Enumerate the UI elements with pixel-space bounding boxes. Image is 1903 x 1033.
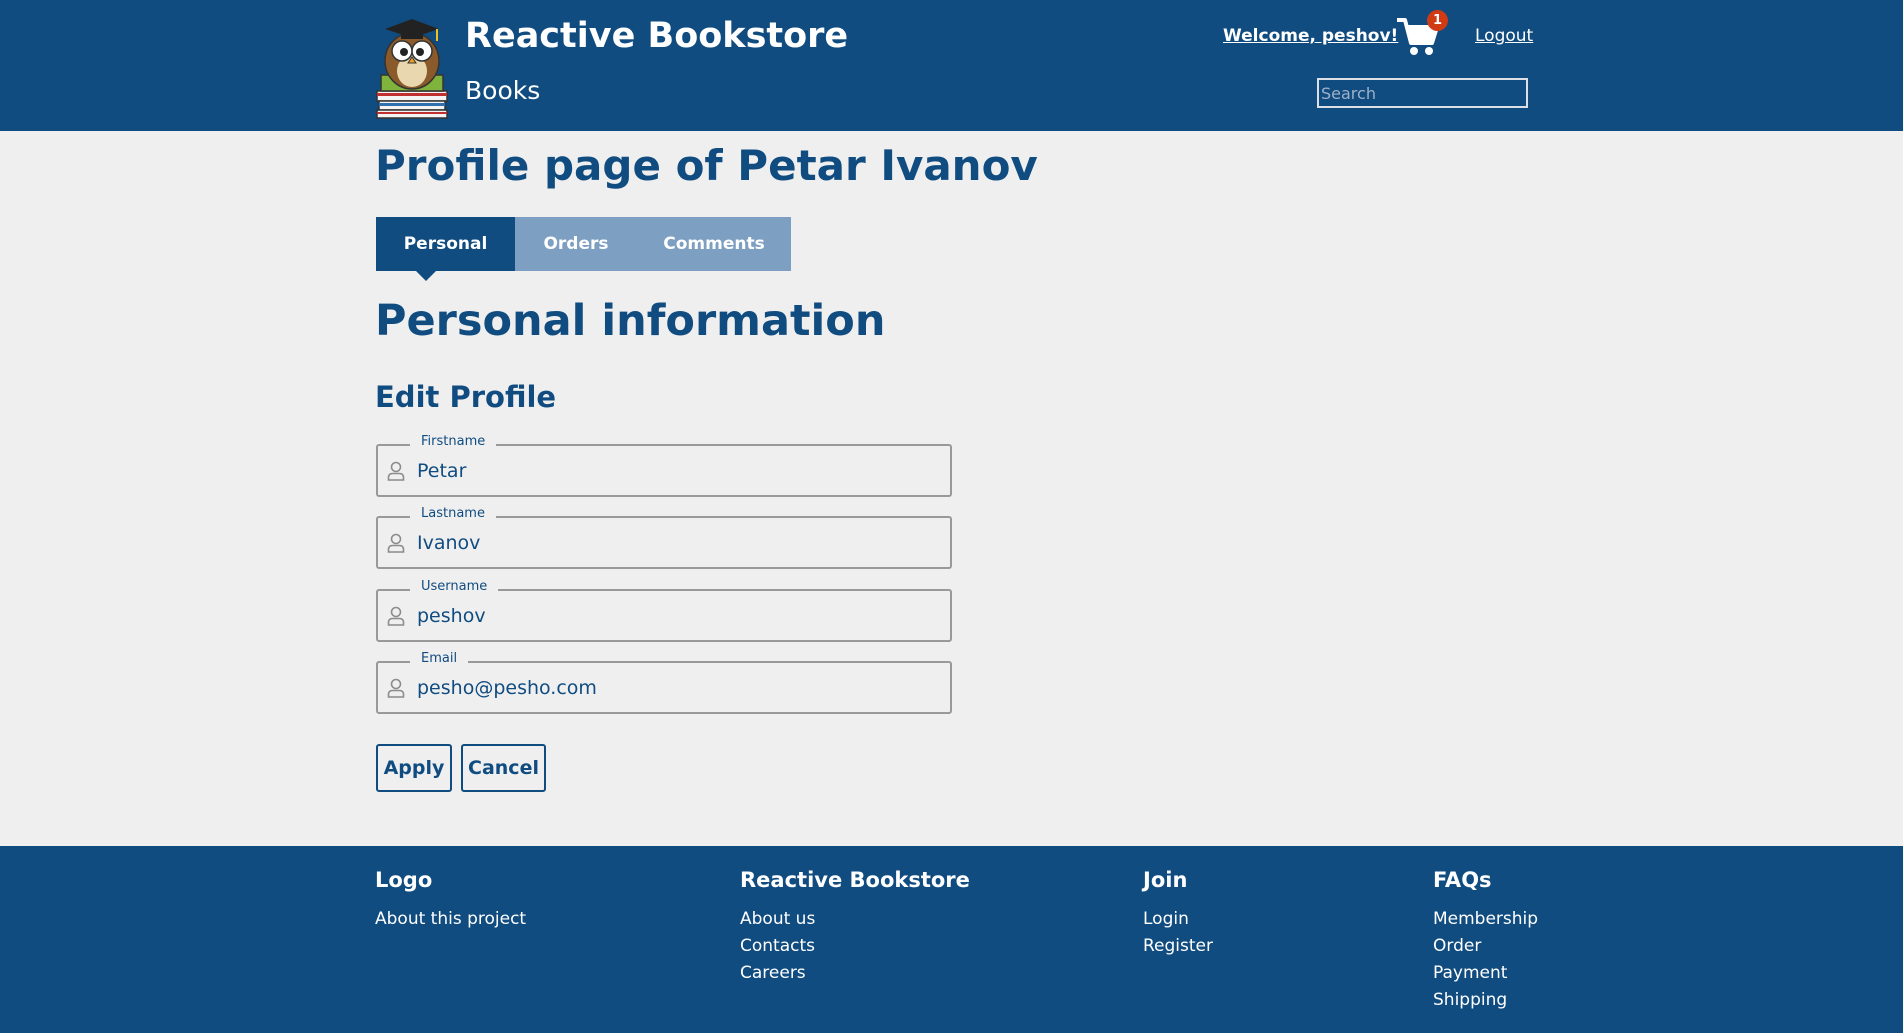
username-input[interactable] bbox=[417, 599, 937, 633]
logout-link[interactable]: Logout bbox=[1475, 26, 1533, 46]
nav-books-link[interactable]: Books bbox=[465, 76, 540, 105]
user-icon bbox=[387, 606, 405, 626]
footer-link-order[interactable]: Order bbox=[1433, 933, 1538, 960]
footer-link-about-us[interactable]: About us bbox=[740, 906, 970, 933]
site-footer: Logo About this project Reactive Booksto… bbox=[0, 846, 1903, 1033]
footer-col-title: Logo bbox=[375, 868, 433, 892]
cancel-button[interactable]: Cancel bbox=[461, 744, 546, 792]
apply-button[interactable]: Apply bbox=[376, 744, 452, 792]
page-title: Profile page of Petar Ivanov bbox=[375, 141, 1038, 190]
footer-link-careers[interactable]: Careers bbox=[740, 960, 970, 987]
user-icon bbox=[387, 678, 405, 698]
firstname-field: Firstname bbox=[376, 434, 952, 497]
profile-tabs: Personal Orders Comments bbox=[376, 217, 791, 281]
lastname-label: Lastname bbox=[410, 506, 496, 521]
email-input[interactable] bbox=[417, 671, 937, 705]
firstname-input[interactable] bbox=[417, 454, 937, 488]
tab-personal[interactable]: Personal bbox=[376, 217, 515, 281]
site-header: Reactive Bookstore Books Welcome, peshov… bbox=[0, 0, 1903, 131]
firstname-label: Firstname bbox=[410, 434, 497, 449]
footer-link-login[interactable]: Login bbox=[1143, 906, 1213, 933]
lastname-field: Lastname bbox=[376, 506, 952, 569]
tab-orders[interactable]: Orders bbox=[515, 217, 637, 271]
tab-comments[interactable]: Comments bbox=[637, 217, 791, 271]
footer-link-payment[interactable]: Payment bbox=[1433, 960, 1538, 987]
search-input[interactable] bbox=[1317, 78, 1528, 108]
lastname-input[interactable] bbox=[417, 526, 937, 560]
user-icon bbox=[387, 461, 405, 481]
footer-link-register[interactable]: Register bbox=[1143, 933, 1213, 960]
owl-logo-icon[interactable] bbox=[375, 13, 449, 119]
footer-col-logo: Logo About this project bbox=[375, 868, 526, 933]
footer-col-bookstore: Reactive Bookstore About us Contacts Car… bbox=[740, 868, 970, 987]
footer-link-membership[interactable]: Membership bbox=[1433, 906, 1538, 933]
footer-col-title: Join bbox=[1143, 868, 1188, 892]
footer-link-shipping[interactable]: Shipping bbox=[1433, 987, 1538, 1014]
cart-button[interactable]: 1 bbox=[1396, 10, 1448, 58]
footer-col-join: Join Login Register bbox=[1143, 868, 1213, 960]
username-label: Username bbox=[410, 579, 499, 594]
email-label: Email bbox=[410, 651, 469, 666]
footer-col-faqs: FAQs Membership Order Payment Shipping bbox=[1433, 868, 1538, 1014]
welcome-user-link[interactable]: Welcome, peshov! bbox=[1223, 26, 1398, 46]
section-title: Personal information bbox=[375, 296, 886, 346]
user-icon bbox=[387, 533, 405, 553]
site-title[interactable]: Reactive Bookstore bbox=[465, 16, 848, 56]
username-field: Username bbox=[376, 579, 952, 642]
edit-profile-title: Edit Profile bbox=[375, 380, 557, 414]
footer-col-title: FAQs bbox=[1433, 868, 1492, 892]
footer-link-contacts[interactable]: Contacts bbox=[740, 933, 970, 960]
cart-count-badge: 1 bbox=[1427, 10, 1448, 31]
email-field: Email bbox=[376, 651, 952, 714]
footer-col-title: Reactive Bookstore bbox=[740, 868, 970, 892]
footer-link-about-project[interactable]: About this project bbox=[375, 906, 526, 933]
